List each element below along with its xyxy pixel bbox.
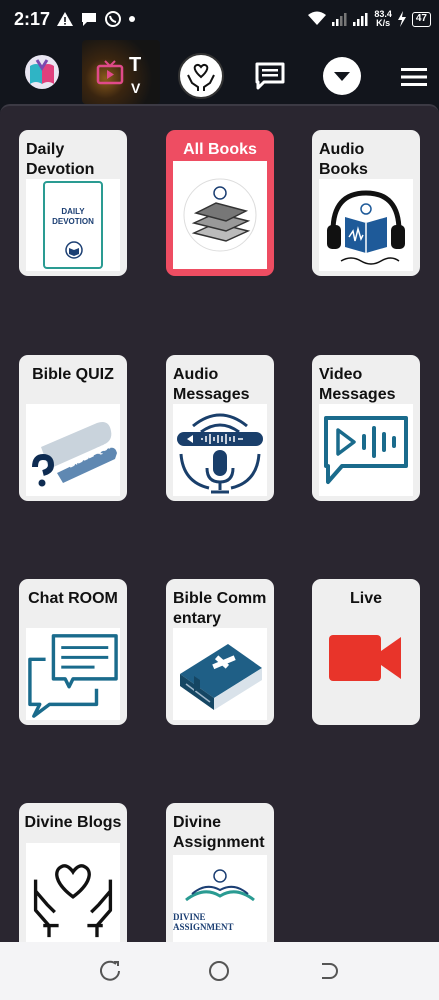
message-bubble-icon bbox=[82, 13, 96, 26]
tv-letter-t: T bbox=[129, 54, 142, 76]
headphones-book-icon bbox=[327, 190, 405, 265]
quiz-bookmark-icon: BIBLE QUIZ bbox=[32, 422, 117, 487]
tile-label-text: Bible Commentary bbox=[173, 590, 267, 627]
battery-indicator: 47 bbox=[411, 11, 431, 27]
daily-devotion-caption: DAILY DEVOTION bbox=[52, 207, 94, 226]
tile-audio-books[interactable]: Audio Books bbox=[312, 130, 420, 276]
microphone-waveform-icon bbox=[177, 413, 263, 494]
tile-bible-commentary[interactable]: Bible Commentary bbox=[166, 579, 274, 725]
hamburger-menu-icon[interactable] bbox=[401, 66, 427, 88]
warning-icon bbox=[57, 12, 73, 26]
signal-icon-2 bbox=[353, 13, 368, 26]
tile-label: Video Messages bbox=[319, 366, 396, 403]
tile-label: Bible QUIZ bbox=[32, 366, 114, 383]
tile-chat-room[interactable]: Chat ROOM bbox=[19, 579, 127, 725]
chat-room-image bbox=[26, 628, 120, 720]
chevron-down-icon bbox=[334, 72, 350, 81]
chat-icon[interactable] bbox=[254, 60, 286, 92]
audio-books-image bbox=[319, 179, 413, 271]
book-stack-icon bbox=[183, 178, 257, 252]
app-top-bar: T V bbox=[0, 40, 439, 106]
tv-letter-v: V bbox=[131, 80, 141, 96]
status-bar: 2:17 83.4 K/s 47 bbox=[0, 0, 439, 40]
book-emblem-icon bbox=[65, 241, 83, 259]
book-emblem-icon bbox=[185, 869, 255, 902]
audio-messages-image bbox=[173, 404, 267, 496]
net-speed-unit: K/s bbox=[376, 18, 391, 28]
charging-icon bbox=[397, 11, 406, 27]
video-messages-image bbox=[319, 404, 413, 496]
dropdown-button[interactable] bbox=[323, 57, 361, 95]
status-time: 2:17 bbox=[14, 9, 51, 29]
tile-video-messages[interactable]: Video Messages bbox=[312, 355, 420, 501]
bible-quiz-image: BIBLE QUIZ bbox=[26, 404, 120, 496]
net-speed: 83.4 K/s bbox=[374, 10, 392, 28]
tile-bible-quiz[interactable]: Bible QUIZ BIBLE QUIZ bbox=[19, 355, 127, 501]
system-nav-bar bbox=[0, 942, 439, 1000]
divine-blogs-image bbox=[26, 843, 120, 942]
tile-label: Audio Messages bbox=[173, 366, 250, 403]
tile-divine-assignment[interactable]: Divine Assignment DIVINE ASSIGNMENT bbox=[166, 803, 274, 942]
tile-label: Daily Devotion bbox=[26, 141, 95, 178]
tile-live[interactable]: Live bbox=[312, 579, 420, 725]
divine-assignment-image: DIVINE ASSIGNMENT bbox=[173, 855, 267, 942]
notification-icons bbox=[56, 9, 136, 29]
tv-button[interactable]: T V bbox=[82, 40, 160, 104]
tile-audio-messages[interactable]: Audio Messages bbox=[166, 355, 274, 501]
care-button[interactable] bbox=[178, 53, 224, 99]
tile-label: Audio Books bbox=[319, 141, 368, 178]
system-icons: 83.4 K/s 47 bbox=[307, 8, 431, 30]
home-grid: Daily Devotion DAILY DEVOTION All Books … bbox=[0, 104, 439, 942]
back-icon[interactable] bbox=[316, 960, 338, 982]
recent-apps-icon[interactable] bbox=[100, 960, 122, 982]
tile-divine-blogs[interactable]: Divine Blogs bbox=[19, 803, 127, 942]
heart-hands-icon bbox=[33, 864, 113, 938]
video-message-icon bbox=[324, 416, 408, 484]
tile-label: All Books bbox=[183, 141, 257, 158]
app-logo-icon[interactable] bbox=[24, 54, 60, 90]
all-books-image bbox=[173, 161, 267, 269]
tile-label: Chat ROOM bbox=[28, 590, 118, 607]
whatsapp-icon bbox=[105, 11, 121, 27]
dot-icon bbox=[129, 16, 135, 22]
tile-label: Live bbox=[349, 590, 382, 607]
live-image bbox=[312, 631, 420, 685]
tv-icon bbox=[96, 60, 124, 85]
tile-daily-devotion[interactable]: Daily Devotion DAILY DEVOTION bbox=[19, 130, 127, 276]
tile-label: Bible Commentary bbox=[173, 589, 269, 629]
chat-bubbles-icon bbox=[28, 634, 118, 718]
home-icon[interactable] bbox=[208, 960, 230, 982]
tile-all-books[interactable]: All Books bbox=[166, 130, 274, 276]
tile-label: Divine Assignment bbox=[173, 814, 265, 851]
tile-label: Divine Blogs bbox=[24, 814, 122, 831]
heart-hands-icon bbox=[187, 63, 215, 91]
daily-devotion-image: DAILY DEVOTION bbox=[26, 179, 120, 271]
wifi-icon bbox=[308, 11, 327, 25]
bible-commentary-image bbox=[173, 628, 267, 720]
bible-icon bbox=[180, 644, 262, 710]
video-camera-icon bbox=[329, 635, 401, 681]
divine-assignment-caption: DIVINE ASSIGNMENT bbox=[173, 912, 234, 932]
signal-icon bbox=[332, 13, 347, 26]
